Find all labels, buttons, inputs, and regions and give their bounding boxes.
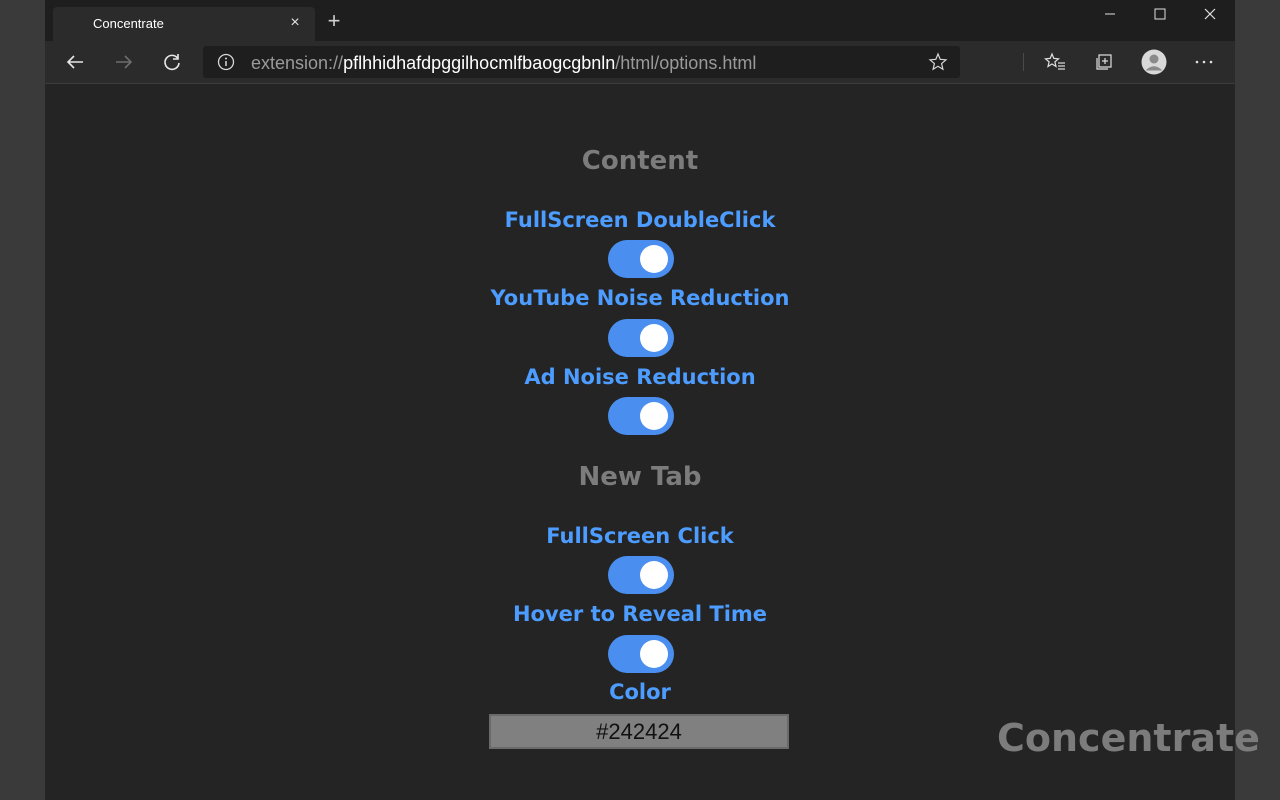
brand-name: Concentrate: [997, 716, 1260, 760]
option-label-youtube-noise-reduction: YouTube Noise Reduction: [490, 286, 790, 310]
toggle-knob: [640, 640, 668, 668]
toggle-youtube-noise-reduction[interactable]: [608, 319, 674, 357]
toggle-hover-to-reveal-time[interactable]: [608, 635, 674, 673]
title-bar: Concentrate × +: [45, 0, 1235, 41]
options-page: Content FullScreen DoubleClick YouTube N…: [45, 84, 1260, 800]
browser-tab[interactable]: Concentrate ×: [53, 7, 315, 41]
option-label-ad-noise-reduction: Ad Noise Reduction: [524, 365, 756, 389]
more-icon[interactable]: [1189, 47, 1219, 77]
star-icon[interactable]: [928, 52, 948, 77]
close-icon[interactable]: [1185, 0, 1235, 28]
new-tab-button[interactable]: +: [323, 10, 345, 32]
section-heading-new-tab: New Tab: [578, 462, 702, 492]
tab-title: Concentrate: [93, 16, 164, 31]
browser-toolbar: extension://pflhhidhafdpggilhocmlfbaogcg…: [45, 41, 1235, 84]
toggle-knob: [640, 245, 668, 273]
option-label-fullscreen-doubleclick: FullScreen DoubleClick: [504, 208, 776, 232]
address-bar[interactable]: extension://pflhhidhafdpggilhocmlfbaogcg…: [203, 46, 960, 78]
url-path: /html/options.html: [615, 53, 757, 73]
toggle-ad-noise-reduction[interactable]: [608, 397, 674, 435]
option-label-color: Color: [609, 680, 671, 704]
color-input[interactable]: #242424: [489, 714, 789, 749]
option-label-hover-to-reveal-time: Hover to Reveal Time: [512, 602, 768, 626]
toggle-knob: [640, 324, 668, 352]
tab-close-icon[interactable]: ×: [285, 13, 305, 33]
profile-icon[interactable]: [1139, 47, 1169, 77]
url-scheme: extension://: [251, 53, 344, 73]
browser-window: Concentrate × + extension://pflhhidhafdp…: [45, 0, 1260, 800]
url-host: pflhhidhafdpggilhocmlfbaogcgbnln: [343, 53, 616, 73]
option-label-fullscreen-click: FullScreen Click: [546, 524, 734, 548]
toggle-fullscreen-click[interactable]: [608, 556, 674, 594]
toggle-fullscreen-doubleclick[interactable]: [608, 240, 674, 278]
toolbar-separator: [1023, 53, 1024, 71]
maximize-icon[interactable]: [1135, 0, 1185, 28]
info-icon[interactable]: [217, 53, 235, 76]
toggle-knob: [640, 402, 668, 430]
collections-icon[interactable]: [1089, 47, 1119, 77]
favorites-icon[interactable]: [1040, 47, 1070, 77]
refresh-icon[interactable]: [157, 47, 187, 77]
url-text[interactable]: extension://pflhhidhafdpggilhocmlfbaogcg…: [251, 53, 756, 74]
toggle-knob: [640, 561, 668, 589]
back-icon[interactable]: [60, 47, 90, 77]
section-heading-content: Content: [581, 146, 699, 176]
forward-icon[interactable]: [109, 47, 139, 77]
minimize-icon[interactable]: [1085, 0, 1135, 28]
